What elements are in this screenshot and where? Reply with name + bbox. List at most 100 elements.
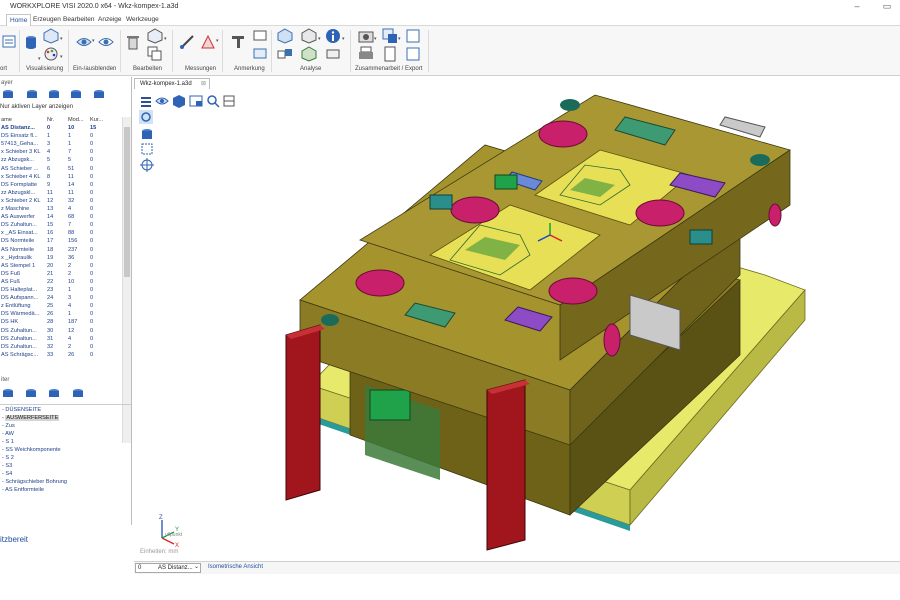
delete-icon[interactable]	[125, 34, 141, 50]
view-cube-icon[interactable]	[172, 94, 186, 108]
table-row[interactable]: z Maschine 13 4 0	[0, 206, 122, 214]
menu-hamburger-icon[interactable]	[139, 94, 153, 108]
dropdown-caret-icon[interactable]: ▾	[60, 54, 63, 60]
compare-icon[interactable]	[277, 46, 293, 62]
hide-icon[interactable]	[76, 34, 92, 50]
palette-icon[interactable]	[43, 46, 59, 62]
section-icon[interactable]	[325, 46, 341, 62]
table-row[interactable]: 57413_Geha... 3 1 0	[0, 141, 122, 149]
camera-icon[interactable]	[358, 28, 374, 44]
table-row[interactable]: DS Zuhaltun... 31 4 0	[0, 336, 122, 344]
table-row[interactable]: x Schieber 2 KL 12 32 0	[0, 198, 122, 206]
table-row[interactable]: DS Zuhaltun... 30 12 0	[0, 328, 122, 336]
col-nr[interactable]: Nr.	[47, 117, 54, 123]
layer-remove-icon[interactable]	[70, 88, 82, 100]
filter-add-icon[interactable]	[48, 387, 60, 399]
filter-remove-icon[interactable]	[72, 387, 84, 399]
table-row[interactable]: AS Stempel 1 20 2 0	[0, 263, 122, 271]
table-row[interactable]: AS Schieber ... 6 51 0	[0, 166, 122, 174]
dropdown-caret-icon[interactable]: ▾	[318, 36, 321, 42]
section-view-icon[interactable]	[222, 94, 236, 108]
pdf-export-icon[interactable]	[405, 28, 421, 44]
table-row[interactable]: DS Halteplat... 23 1 0	[0, 287, 122, 295]
table-row[interactable]: x _Hydraulik 19 36 0	[0, 255, 122, 263]
dropdown-caret-icon[interactable]: ▾	[164, 36, 167, 42]
crosshair-icon[interactable]	[140, 158, 154, 172]
table-row[interactable]: DS Wärmedä... 26 1 0	[0, 311, 122, 319]
menu-bearbeiten[interactable]: Bearbeiten	[60, 14, 97, 26]
tree-item[interactable]: - S4	[2, 471, 12, 477]
fit-window-icon[interactable]	[189, 94, 203, 108]
layer-stack-icon[interactable]	[26, 88, 38, 100]
table-row[interactable]: DS Zuhaltun... 32 2 0	[0, 344, 122, 352]
selection-box-icon[interactable]	[140, 142, 154, 156]
layer-scrollbar[interactable]	[122, 117, 131, 443]
col-mod[interactable]: Mod...	[68, 117, 84, 123]
transform-icon[interactable]	[147, 28, 163, 44]
menu-anzeige[interactable]: Anzeige	[95, 14, 125, 26]
tree-item[interactable]: - DÜSENSEITE	[2, 407, 41, 413]
measure-icon[interactable]	[179, 34, 195, 50]
table-row[interactable]: DS Formplatte 9 14 0	[0, 182, 122, 190]
dropdown-caret-icon[interactable]: ▾	[374, 36, 377, 42]
export-3d-icon[interactable]	[382, 28, 398, 44]
tree-item[interactable]: - AS Entformteile	[2, 487, 44, 493]
table-row[interactable]: DS Aufspann... 24 3 0	[0, 295, 122, 303]
table-row[interactable]: AS Schrägsc... 33 26 0	[0, 352, 122, 360]
menu-home[interactable]: Home	[6, 14, 32, 26]
eye-icon[interactable]	[155, 94, 169, 108]
table-row[interactable]: AS Fuß 22 10 0	[0, 279, 122, 287]
tree-item[interactable]: - AW	[2, 431, 14, 437]
table-row[interactable]: DS Fuß 21 2 0	[0, 271, 122, 279]
layer-add-icon[interactable]	[48, 88, 60, 100]
table-row[interactable]: AS Auswerfer 14 68 0	[0, 214, 122, 222]
angle-measure-icon[interactable]	[200, 34, 216, 50]
table-row[interactable]: x Schieber 4 KL 8 11 0	[0, 174, 122, 182]
table-row[interactable]: z Entlüftung 25 4 0	[0, 303, 122, 311]
maximize-button[interactable]: ▭	[880, 1, 894, 12]
table-row[interactable]: DS Zuhaltun... 15 7 0	[0, 222, 122, 230]
filter-stack-icon[interactable]	[25, 387, 37, 399]
dimension-icon[interactable]	[252, 46, 268, 62]
text-annotation-icon[interactable]	[230, 34, 246, 50]
col-name[interactable]: ame	[1, 117, 12, 123]
active-layer-checkbox[interactable]: Nur aktiven Layer anzeigen	[0, 104, 73, 110]
table-row[interactable]: x Schieber 3 KL 4 7 0	[0, 149, 122, 157]
layer-cylinder-icon[interactable]	[2, 88, 14, 100]
note-icon[interactable]	[252, 28, 268, 44]
cube-view-icon[interactable]	[43, 28, 59, 44]
draft-analysis-icon[interactable]	[301, 46, 317, 62]
tree-item[interactable]: - S 1	[2, 439, 14, 445]
tree-item[interactable]: - S3	[2, 463, 12, 469]
layer-settings-icon[interactable]	[93, 88, 105, 100]
menu-erzeugen[interactable]: Erzeugen	[30, 14, 64, 26]
dropdown-caret-icon[interactable]: ▾	[342, 36, 345, 42]
layer-selector[interactable]: 0 AS Distanz... ⌄	[135, 563, 201, 573]
layer-visibility-icon[interactable]	[140, 127, 154, 141]
import-icon[interactable]	[2, 34, 18, 50]
filter-cylinder-icon[interactable]	[2, 387, 14, 399]
dropdown-caret-icon[interactable]: ▾	[60, 36, 63, 42]
mold-model[interactable]	[270, 85, 815, 555]
share-icon[interactable]	[405, 46, 421, 62]
document-tab[interactable]: Wkz-kompex-1.a3d ⊠	[134, 78, 210, 89]
dropdown-caret-icon[interactable]: ▾	[216, 38, 219, 44]
export-file-icon[interactable]	[382, 46, 398, 62]
table-row[interactable]: AS Normteile 18 237 0	[0, 247, 122, 255]
dropdown-caret-icon[interactable]: ▾	[38, 56, 41, 62]
show-icon[interactable]	[98, 34, 114, 50]
table-row[interactable]: x _AS Einsat... 16 88 0	[0, 230, 122, 238]
scroll-thumb[interactable]	[124, 127, 130, 277]
menu-werkzeuge[interactable]: Werkzeuge	[123, 14, 162, 26]
table-row[interactable]: zz Abzugsk... 5 5 0	[0, 157, 122, 165]
rotate-icon[interactable]	[139, 110, 153, 124]
tree-item[interactable]: - S 2	[2, 455, 14, 461]
tree-item[interactable]: - Schrägschieber Bohrung	[2, 479, 67, 485]
table-row[interactable]: zz Abzugskl... 11 11 0	[0, 190, 122, 198]
minimize-button[interactable]: –	[850, 1, 864, 11]
tree-item[interactable]: - SS Weichkomponente	[2, 447, 61, 453]
wall-thickness-icon[interactable]	[301, 28, 317, 44]
dropdown-caret-icon[interactable]: ▾	[398, 36, 401, 42]
zoom-icon[interactable]	[206, 94, 220, 108]
tree-item[interactable]: - AUSWERFERSEITE	[2, 415, 60, 421]
